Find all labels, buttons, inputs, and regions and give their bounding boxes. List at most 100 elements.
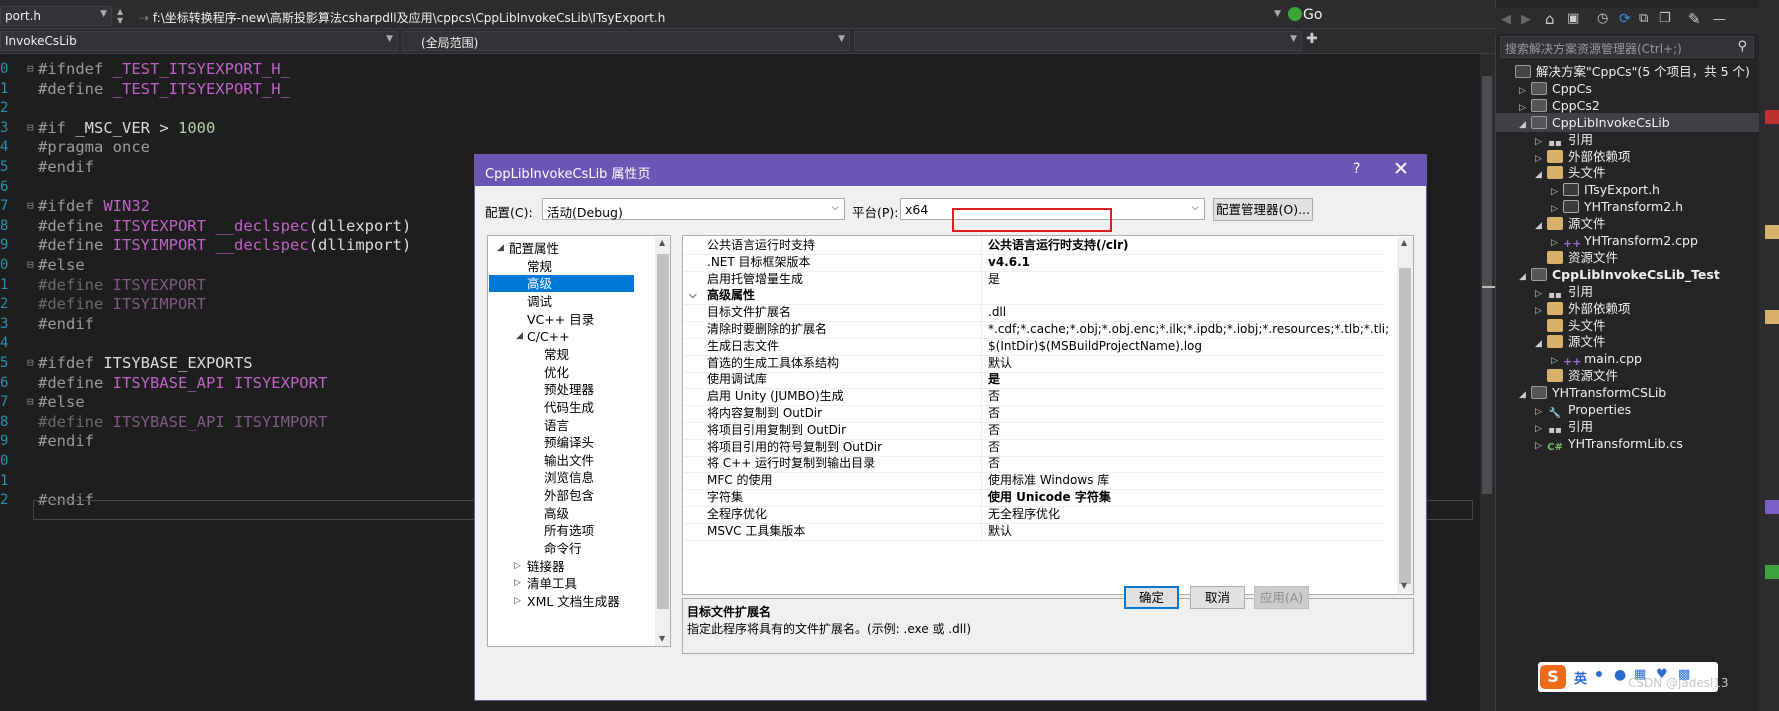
chevron-down-icon: ▼ xyxy=(838,34,845,44)
expander-icon[interactable]: ◢ xyxy=(497,240,504,257)
property-tree-item[interactable]: ▷ 链接器 xyxy=(489,558,634,575)
property-tree-label: 配置属性 xyxy=(509,241,560,256)
pending-changes-icon[interactable]: ◷ xyxy=(1597,11,1608,26)
tool-window-tab-icon[interactable] xyxy=(1765,110,1779,124)
solution-search-input[interactable]: 搜索解决方案资源管理器(Ctrl+;) ⚲ xyxy=(1500,36,1754,58)
solution-tree-item[interactable]: ▷ C# YHTransformLib.cs xyxy=(1495,434,1759,453)
properties-wrench-icon[interactable]: ✎ xyxy=(1688,10,1701,28)
chevron-down-icon: ▼ xyxy=(100,9,107,19)
code-token: ITSYIMPORT xyxy=(233,412,328,431)
solution-tree: 解决方案"CppCs"(5 个项目，共 5 个) ▷ CppCs ▷ CppCs2 ◢ Cp… xyxy=(1495,62,1759,502)
switch-views-icon[interactable]: ▣ xyxy=(1567,11,1579,26)
back-icon[interactable]: ◀ xyxy=(1501,12,1511,27)
collapse-all-icon[interactable]: ⧉ xyxy=(1639,11,1648,26)
property-tree-item[interactable]: 常规 xyxy=(489,258,634,275)
split-add-icon[interactable]: ✚ xyxy=(1306,31,1318,47)
property-value[interactable]: 默认 xyxy=(988,522,1388,541)
dialog-title: CppLibInvokeCsLib 属性页 xyxy=(485,167,651,182)
grid-scroll-thumb[interactable] xyxy=(1399,268,1411,584)
folder-icon xyxy=(1547,149,1563,163)
go-button[interactable]: Go xyxy=(1303,7,1322,23)
tool-window-tab-icon[interactable] xyxy=(1765,500,1779,514)
property-tree-item[interactable]: 优化 xyxy=(489,364,634,381)
help-button[interactable]: ? xyxy=(1353,161,1360,177)
sync-icon[interactable]: ⟳ xyxy=(1619,11,1631,27)
solution-tree-label: 引用 xyxy=(1568,418,1594,434)
expander-icon[interactable]: ◢ xyxy=(516,328,523,345)
apply-button[interactable]: 应用(A) xyxy=(1254,586,1309,609)
more-icon[interactable]: — xyxy=(1713,12,1726,27)
project-icon xyxy=(1531,386,1547,400)
code-token: #else xyxy=(38,393,85,412)
tool-window-tab-icon[interactable] xyxy=(1765,310,1779,324)
close-button[interactable]: ✕ xyxy=(1393,158,1409,180)
property-tree-item[interactable]: 高级 xyxy=(489,275,634,293)
show-all-files-icon[interactable]: ❐ xyxy=(1659,11,1671,26)
cancel-button[interactable]: 取消 xyxy=(1190,586,1245,609)
property-tree-item[interactable]: 命令行 xyxy=(489,540,634,557)
forward-icon[interactable]: ▶ xyxy=(1521,12,1531,27)
expander-icon[interactable]: ▷ xyxy=(514,575,521,592)
scroll-down-icon[interactable]: ▼ xyxy=(659,634,665,643)
column-separator xyxy=(981,521,982,541)
code-token: > xyxy=(149,118,178,137)
solution-tree-label: YHTransformCSLib xyxy=(1552,385,1667,401)
scroll-up-icon[interactable]: ▲ xyxy=(1401,238,1407,247)
ok-button[interactable]: 确定 xyxy=(1124,586,1179,609)
property-tree-item[interactable]: 代码生成 xyxy=(489,399,634,416)
solution-tree-label: 引用 xyxy=(1568,283,1594,299)
solution-tree-label: 引用 xyxy=(1568,131,1594,147)
code-token: _TEST_ITSYEXPORT_H_ xyxy=(112,79,290,98)
file-path-field[interactable]: ⇢ f:\坐标转换程序-new\高斯投影算法csharpdll及应用\cppcs… xyxy=(134,6,1286,26)
home-icon[interactable]: ⌂ xyxy=(1545,10,1555,28)
global-scope-combo[interactable]: (全局范围) ▼ xyxy=(402,31,850,51)
expander-icon[interactable]: ▷ xyxy=(514,593,521,610)
project-icon xyxy=(1531,81,1547,95)
tool-window-tab-icon[interactable] xyxy=(1765,225,1779,239)
property-tree-item[interactable]: 所有选项 xyxy=(489,522,634,539)
punctuation-icon[interactable] xyxy=(1596,671,1602,677)
watermark-text: CSDN @jadesl13 xyxy=(1628,676,1729,690)
open-file-combo[interactable]: port.h ▼ xyxy=(0,6,112,26)
scroll-down-icon[interactable]: ▼ xyxy=(1401,581,1407,590)
expander-icon[interactable]: ▷ xyxy=(1535,437,1547,456)
expander-icon[interactable]: ▷ xyxy=(514,558,521,575)
editor-scroll-thumb[interactable] xyxy=(1482,76,1492,494)
member-combo[interactable]: ▼ xyxy=(854,31,1302,51)
property-tree-item[interactable]: 浏览信息 xyxy=(489,469,634,486)
property-tree-item[interactable]: 外部包含 xyxy=(489,487,634,504)
ime-language-toggle[interactable]: 英 xyxy=(1574,668,1587,687)
platform-value: x64 xyxy=(905,202,929,217)
property-tree-item[interactable]: ◢ 配置属性 xyxy=(489,240,634,257)
solution-explorer-toolbar: ◀ ▶ ⌂ ▣ ◷ ⟳ ⧉ ❐ ✎ — xyxy=(1495,8,1759,34)
property-tree-item[interactable]: 常规 xyxy=(489,346,634,363)
property-tree-item[interactable]: 输出文件 xyxy=(489,452,634,469)
project-scope-combo[interactable]: InvokeCsLib ▼ xyxy=(0,31,398,51)
property-tree-label: 常规 xyxy=(544,346,570,362)
config-combo[interactable]: 活动(Debug) ⌵ xyxy=(542,198,845,220)
code-token: _TEST_ITSYEXPORT_H_ xyxy=(112,60,290,78)
go-icon[interactable] xyxy=(1288,7,1302,21)
property-tree-item[interactable]: 调试 xyxy=(489,293,634,310)
config-manager-button[interactable]: 配置管理器(O)... xyxy=(1213,198,1313,221)
property-tree-item[interactable]: 高级 xyxy=(489,505,634,522)
code-token: #pragma once xyxy=(38,138,150,157)
property-row[interactable]: MSVC 工具集版本 默认 xyxy=(683,521,1388,541)
property-tree-item[interactable]: ▷ XML 文档生成器 xyxy=(489,593,634,610)
tool-window-tab-icon[interactable] xyxy=(1765,565,1779,579)
property-tree-item[interactable]: 预编译头 xyxy=(489,434,634,451)
property-tree-item[interactable]: 预处理器 xyxy=(489,381,634,398)
scroll-up-icon[interactable]: ▲ xyxy=(659,238,665,247)
property-tree-item[interactable]: ◢ C/C++ xyxy=(489,328,634,345)
microphone-icon[interactable]: ● xyxy=(1614,667,1626,683)
property-tree-item[interactable]: 语言 xyxy=(489,417,634,434)
search-icon[interactable]: ⚲ xyxy=(1737,39,1747,54)
spin-arrows-icon[interactable]: ▲ ▼ xyxy=(117,7,129,25)
property-pages-dialog: CppLibInvokeCsLib 属性页 ? ✕ 配置(C): 活动(Debu… xyxy=(474,154,1427,701)
property-grid[interactable]: 公共语言运行时支持 公共语言运行时支持(/clr) .NET 目标框架版本 v4.6.… xyxy=(682,235,1414,595)
property-category-tree[interactable]: ◢ 配置属性 常规 高级 调试 VC++ 目录 ◢ C/C++ 常规 优化 预处理器 代码生成 语言 预编… xyxy=(487,235,671,647)
property-tree-item[interactable]: ▷ 清单工具 xyxy=(489,575,634,592)
property-tree-item[interactable]: VC++ 目录 xyxy=(489,311,634,328)
tree-scroll-thumb[interactable] xyxy=(657,254,669,609)
